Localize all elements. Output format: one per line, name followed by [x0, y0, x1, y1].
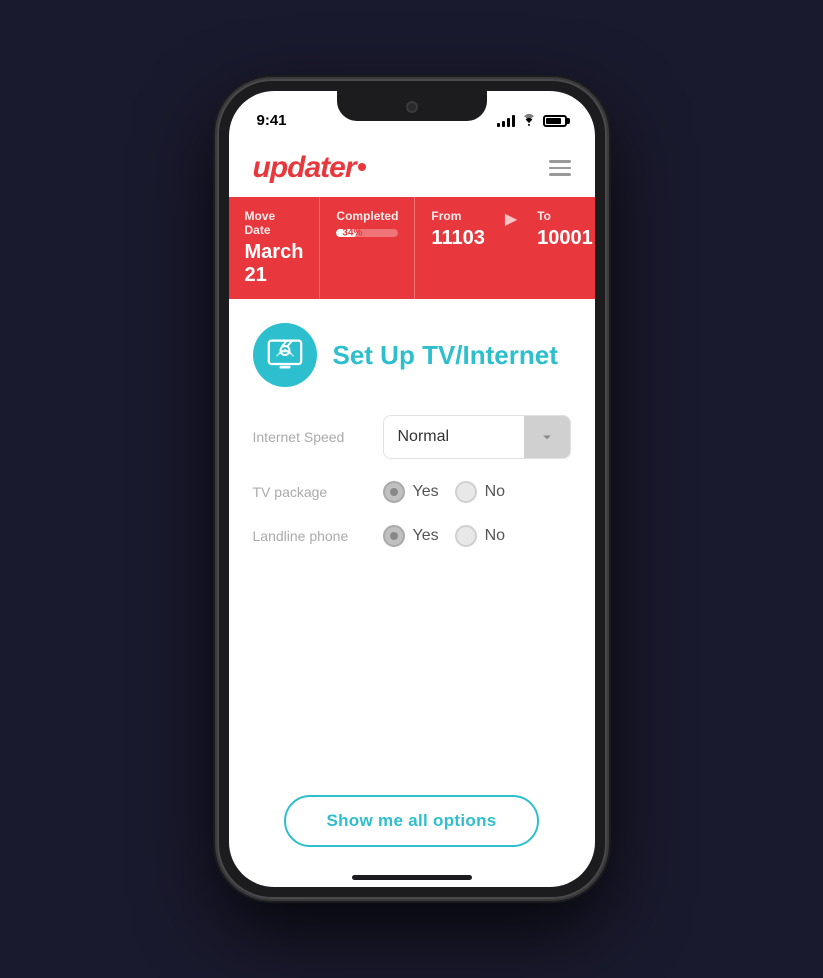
cta-section: Show me all options	[253, 779, 571, 847]
notch	[337, 91, 487, 121]
select-arrow-button[interactable]	[524, 416, 570, 458]
phone-frame: 9:41	[217, 79, 607, 899]
status-icons	[497, 113, 567, 129]
move-date-label: Move Date	[245, 209, 304, 237]
logo-dot	[358, 163, 366, 171]
landline-radio-group: Yes No	[383, 525, 506, 547]
internet-speed-label: Internet Speed	[253, 429, 383, 445]
tv-package-no[interactable]: No	[455, 481, 505, 503]
phone-screen: 9:41	[229, 91, 595, 887]
home-bar	[352, 875, 472, 880]
logo: updater	[253, 151, 366, 185]
landline-no-label: No	[485, 527, 505, 545]
internet-speed-control[interactable]: Normal	[383, 415, 571, 459]
home-indicator	[229, 867, 595, 887]
tv-package-yes-radio[interactable]	[383, 481, 405, 503]
internet-speed-row: Internet Speed Normal	[253, 415, 571, 459]
section-title: Set Up TV/Internet	[333, 340, 558, 371]
tv-package-label: TV package	[253, 484, 383, 500]
from-zip: 11103	[431, 227, 484, 249]
tv-icon	[267, 337, 303, 373]
landline-label: Landline phone	[253, 528, 383, 544]
internet-speed-select[interactable]: Normal	[383, 415, 571, 459]
landline-no-radio[interactable]	[455, 525, 477, 547]
internet-speed-value: Normal	[384, 416, 524, 458]
battery-icon	[543, 115, 567, 127]
app-header: updater	[229, 135, 595, 197]
from-group: From 11103	[431, 209, 484, 250]
progress-percent: 34%	[342, 228, 362, 239]
section-heading: Set Up TV/Internet	[253, 323, 571, 387]
signal-icon	[497, 115, 515, 127]
tv-package-no-label: No	[485, 483, 505, 501]
landline-yes[interactable]: Yes	[383, 525, 439, 547]
addresses-top: From 11103 ▶ To 10001	[431, 209, 592, 250]
landline-yes-label: Yes	[413, 527, 439, 545]
addresses-cell: From 11103 ▶ To 10001	[415, 197, 594, 299]
wifi-icon	[521, 113, 537, 129]
tv-package-row: TV package Yes No	[253, 481, 571, 503]
to-label: To	[537, 209, 593, 223]
move-date-value: March 21	[245, 241, 304, 287]
landline-control: Yes No	[383, 525, 571, 547]
move-date-cell: Move Date March 21	[229, 197, 321, 299]
landline-no[interactable]: No	[455, 525, 505, 547]
status-time: 9:41	[257, 112, 287, 129]
tv-package-control: Yes No	[383, 481, 571, 503]
tv-package-yes[interactable]: Yes	[383, 481, 439, 503]
app-content: updater Move Date March 21 Completed	[229, 135, 595, 887]
tv-package-no-radio[interactable]	[455, 481, 477, 503]
from-label: From	[431, 209, 484, 223]
to-zip: 10001	[537, 227, 593, 249]
to-group: To 10001	[537, 209, 593, 250]
camera	[406, 101, 418, 113]
landline-row: Landline phone Yes No	[253, 525, 571, 547]
arrow-icon: ▶	[505, 209, 517, 250]
completed-label: Completed	[336, 209, 398, 223]
show-options-button[interactable]: Show me all options	[284, 795, 538, 847]
stats-banner: Move Date March 21 Completed 34%	[229, 197, 595, 299]
tv-package-radio-group: Yes No	[383, 481, 506, 503]
form-area: Set Up TV/Internet Internet Speed Normal	[229, 299, 595, 867]
menu-button[interactable]	[549, 160, 571, 176]
tv-icon-circle	[253, 323, 317, 387]
completed-cell: Completed 34%	[320, 197, 415, 299]
tv-package-yes-label: Yes	[413, 483, 439, 501]
landline-yes-radio[interactable]	[383, 525, 405, 547]
